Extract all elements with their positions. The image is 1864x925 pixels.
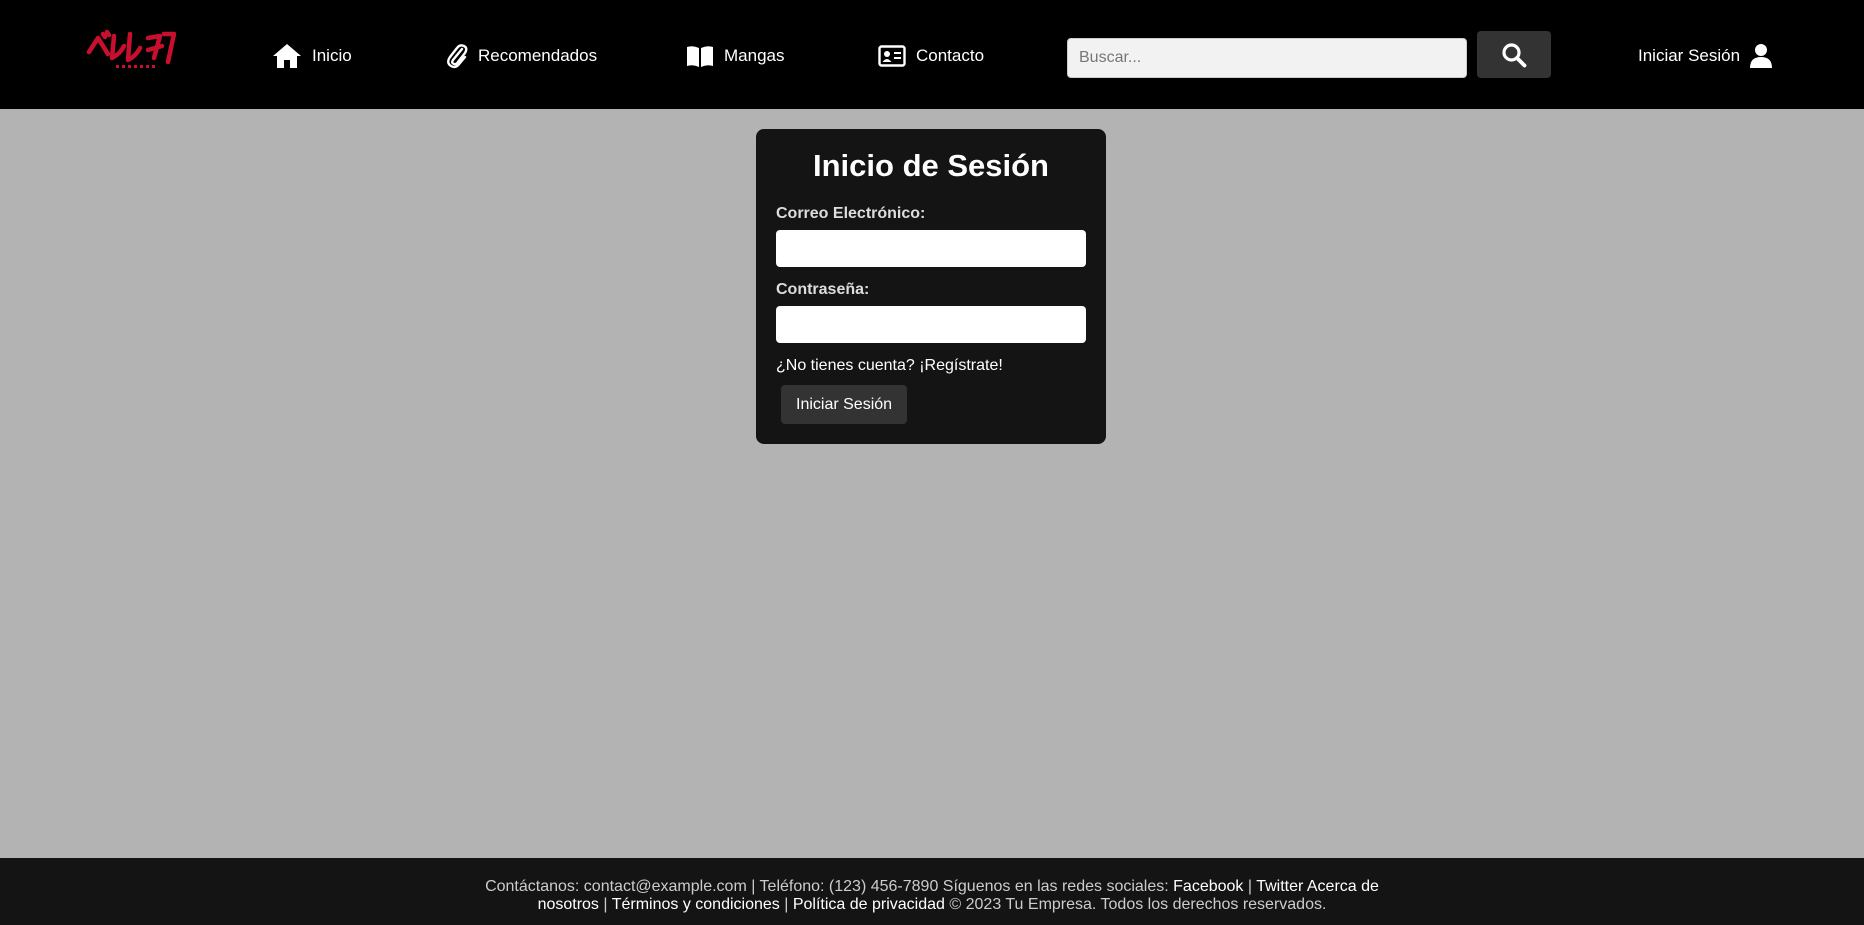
footer-text: Contáctanos: contact@example.com | Teléf… (480, 878, 1384, 914)
copyright-text: © 2023 Tu Empresa. Todos los derechos re… (949, 896, 1327, 913)
terms-link[interactable]: Términos y condiciones (612, 896, 780, 913)
password-label: Contraseña: (776, 281, 870, 298)
login-submit-button[interactable]: Iniciar Sesión (781, 385, 908, 424)
footer-contact-text: Contáctanos: contact@example.com | Teléf… (485, 878, 1169, 895)
berserk-logo-icon (86, 29, 177, 68)
user-icon (1750, 44, 1773, 68)
twitter-link[interactable]: Twitter (1256, 878, 1303, 895)
brand-logo[interactable] (86, 28, 177, 74)
header-login-link[interactable]: Iniciar Sesión (1638, 40, 1773, 72)
footer-separator: | (1247, 878, 1253, 895)
book-open-icon (687, 46, 713, 67)
search-input[interactable] (1067, 38, 1467, 78)
footer-separator: | (603, 896, 608, 913)
register-prompt-text: ¿No tienes cuenta? (776, 357, 915, 374)
login-title: Inicio de Sesión (813, 148, 1049, 183)
nav-item-recomendados[interactable]: Recomendados (446, 40, 597, 72)
facebook-link[interactable]: Facebook (1173, 878, 1243, 895)
paperclip-icon (447, 44, 468, 69)
footer-separator: | (784, 896, 789, 913)
privacy-link[interactable]: Política de privacidad (793, 896, 945, 913)
header-login-label: Iniciar Sesión (1638, 46, 1741, 65)
nav-item-mangas[interactable]: Mangas (686, 40, 784, 72)
register-link[interactable]: ¡Regístrate! (919, 357, 1003, 374)
search-button[interactable] (1477, 31, 1551, 78)
nav-item-label: Recomendados (478, 46, 598, 65)
login-card: Inicio de Sesión Correo Electrónico: Con… (756, 129, 1106, 444)
nav-item-label: Mangas (724, 46, 785, 65)
site-header: Inicio Recomendados Mangas Contacto Busc… (0, 0, 1864, 109)
email-field[interactable] (776, 230, 1086, 267)
search-icon (1502, 42, 1527, 67)
nav-item-label: Contacto (916, 46, 985, 65)
site-footer: Contáctanos: contact@example.com | Teléf… (0, 858, 1864, 925)
nav-item-inicio[interactable]: Inicio (272, 40, 352, 72)
email-label: Correo Electrónico: (776, 205, 926, 222)
password-field[interactable] (776, 306, 1086, 343)
nav-item-contacto[interactable]: Contacto (878, 40, 984, 72)
id-card-icon (878, 45, 906, 67)
register-prompt: ¿No tienes cuenta? ¡Regístrate! (776, 357, 1086, 375)
nav-item-label: Inicio (312, 46, 352, 65)
home-icon (273, 44, 301, 68)
